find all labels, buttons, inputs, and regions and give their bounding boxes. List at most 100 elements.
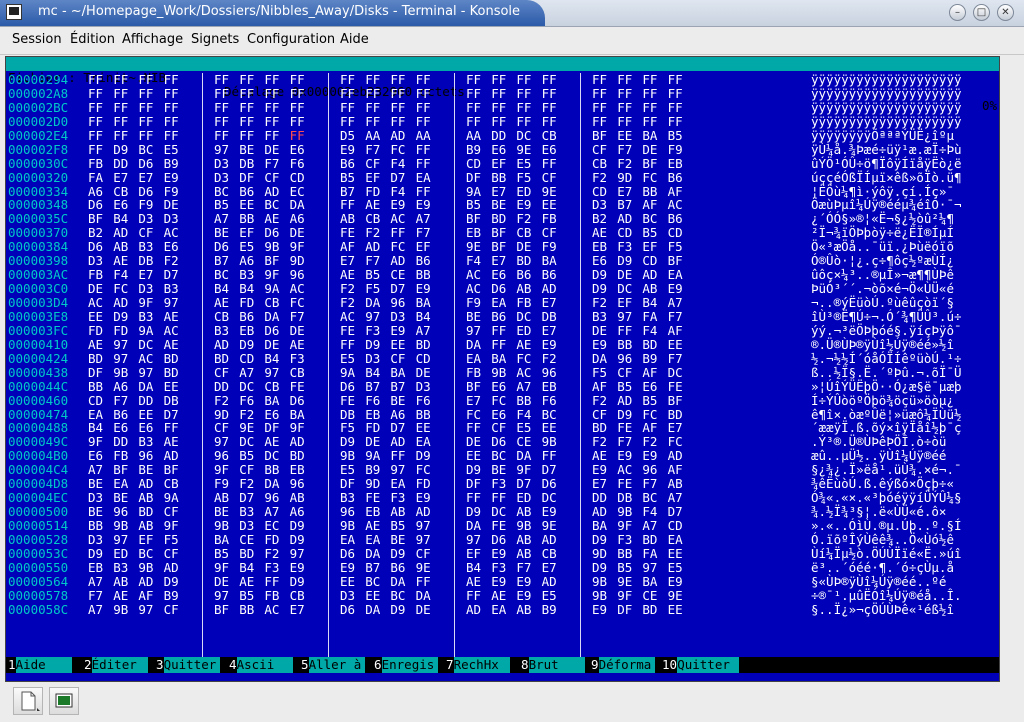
hex-byte[interactable]: 9D <box>592 546 607 561</box>
ascii-column[interactable]: §«­ÙÞ®ÿÙî¼Úÿ®éé­..ºé <box>811 574 946 589</box>
hex-byte[interactable]: B6 <box>668 212 683 226</box>
hex-byte[interactable]: AB <box>642 282 657 296</box>
hex-byte[interactable]: 9A <box>138 323 153 338</box>
hex-byte[interactable]: B4 <box>416 309 431 324</box>
hex-byte[interactable]: FF <box>466 588 481 603</box>
hex-byte[interactable]: 96 <box>542 365 557 380</box>
hex-byte[interactable]: FF <box>290 86 305 101</box>
hex-byte[interactable]: CD <box>416 351 431 366</box>
hex-byte[interactable]: D7 <box>668 505 683 519</box>
hex-byte[interactable]: E7 <box>113 170 128 185</box>
hex-byte[interactable]: 9E <box>239 421 254 435</box>
hex-byte[interactable]: FF <box>390 73 405 87</box>
hex-byte[interactable]: D6 <box>138 184 153 199</box>
hex-byte[interactable]: D6 <box>264 226 279 240</box>
hex-byte[interactable]: 96 <box>290 477 305 491</box>
hex-byte[interactable]: FF <box>466 86 481 101</box>
hex-byte[interactable]: F5 <box>164 532 179 547</box>
hex-byte[interactable]: BB <box>239 212 254 226</box>
hex-byte[interactable]: FF <box>491 491 506 505</box>
hex-byte[interactable]: B6 <box>239 184 254 199</box>
hex-byte[interactable]: 97 <box>214 435 229 449</box>
hex-byte[interactable]: DE <box>416 602 431 617</box>
hex-byte[interactable]: AF <box>340 240 355 254</box>
hex-byte[interactable]: DF <box>466 477 481 491</box>
hex-byte[interactable]: AF <box>592 379 607 394</box>
hex-byte[interactable]: FD <box>264 532 279 547</box>
hex-byte[interactable]: EE <box>88 309 103 324</box>
hex-byte[interactable]: F4 <box>516 407 531 422</box>
ascii-column[interactable]: ÿÿÿÿÿÿÿÿÿÿÿÿÿÿÿÿÿÿÿÿ <box>811 86 962 101</box>
hex-byte[interactable]: AD <box>642 268 657 282</box>
hex-byte[interactable]: F5 <box>516 170 531 185</box>
hex-byte[interactable]: B6 <box>416 254 431 268</box>
hex-byte[interactable]: F3 <box>491 477 506 491</box>
hex-byte[interactable]: 97 <box>113 532 128 547</box>
hex-byte[interactable]: EA <box>340 532 355 547</box>
hex-byte[interactable]: FF <box>642 86 657 101</box>
hex-byte[interactable]: FF <box>340 100 355 115</box>
hex-byte[interactable]: BE <box>88 477 103 491</box>
hex-byte[interactable]: B9 <box>466 142 481 157</box>
hex-byte[interactable]: FF <box>592 86 607 101</box>
hex-byte[interactable]: E9 <box>340 142 355 157</box>
hex-byte[interactable]: AE <box>264 212 279 226</box>
hex-byte[interactable]: EB <box>290 463 305 477</box>
hex-byte[interactable]: A6 <box>88 184 103 199</box>
hex-byte[interactable]: FF <box>290 128 305 143</box>
hex-byte[interactable]: B5 <box>642 393 657 408</box>
hex-byte[interactable]: E9 <box>668 574 683 589</box>
hex-byte[interactable]: 9B <box>340 449 355 463</box>
hex-byte[interactable]: F7 <box>416 226 431 240</box>
hex-byte[interactable]: FF <box>290 100 305 115</box>
hex-byte[interactable]: D3 <box>88 254 103 268</box>
hex-byte[interactable]: BC <box>214 268 229 282</box>
hex-byte[interactable]: D3 <box>88 491 103 505</box>
hex-byte[interactable]: FF <box>365 114 380 129</box>
hex-byte[interactable]: EB <box>668 156 683 171</box>
hex-byte[interactable]: FD <box>365 421 380 435</box>
hex-byte[interactable]: B6 <box>239 309 254 324</box>
ascii-column[interactable]: §..Ï¿»¬çÖÚÙÞ­ê«¹éß½î <box>811 602 954 617</box>
hex-byte[interactable]: FC <box>668 435 683 449</box>
hex-byte[interactable]: DD <box>113 156 128 171</box>
hex-byte[interactable]: DC <box>516 128 531 143</box>
menu-configuration[interactable]: Configuration <box>247 32 335 47</box>
hex-byte[interactable]: 9B <box>592 588 607 603</box>
hex-byte[interactable]: AC <box>390 212 405 226</box>
hex-byte[interactable]: AE <box>491 588 506 603</box>
hex-byte[interactable]: FF <box>138 114 153 129</box>
hex-byte[interactable]: FF <box>466 114 481 129</box>
hex-byte[interactable]: AD <box>164 560 179 575</box>
hex-byte[interactable]: B4 <box>642 296 657 310</box>
hex-byte[interactable]: D3 <box>390 309 405 324</box>
hex-byte[interactable]: BF <box>668 254 683 268</box>
hex-byte[interactable]: EA <box>365 532 380 547</box>
hex-byte[interactable]: AB <box>516 602 531 617</box>
hex-byte[interactable]: B4 <box>365 365 380 380</box>
hex-byte[interactable]: B3 <box>164 282 179 296</box>
hex-byte[interactable]: EA <box>491 296 506 310</box>
hex-byte[interactable]: B4 <box>113 212 128 226</box>
hex-byte[interactable]: DC <box>516 309 531 324</box>
hex-byte[interactable]: FF <box>617 73 632 87</box>
hex-byte[interactable]: DD <box>592 491 607 505</box>
hex-byte[interactable]: BF <box>466 379 481 394</box>
hex-byte[interactable]: 96 <box>290 268 305 282</box>
hex-byte[interactable]: BA <box>264 393 279 408</box>
hex-byte[interactable]: E5 <box>340 351 355 366</box>
hex-byte[interactable]: BD <box>491 212 506 226</box>
hex-byte[interactable]: FF <box>113 86 128 101</box>
hex-byte[interactable]: FF <box>113 128 128 143</box>
hex-byte[interactable]: A6 <box>239 254 254 268</box>
fkey-7-button[interactable]: RechHx <box>453 657 510 673</box>
hex-byte[interactable]: D9 <box>365 337 380 352</box>
hex-byte[interactable]: A7 <box>668 296 683 310</box>
hex-byte[interactable]: AD <box>113 226 128 240</box>
hex-byte[interactable]: FF <box>592 114 607 129</box>
hex-byte[interactable]: FF <box>516 73 531 87</box>
hex-byte[interactable]: AE <box>365 519 380 533</box>
hex-byte[interactable]: BC <box>542 407 557 422</box>
hex-byte[interactable]: 97 <box>113 337 128 352</box>
hex-byte[interactable]: DE <box>290 226 305 240</box>
